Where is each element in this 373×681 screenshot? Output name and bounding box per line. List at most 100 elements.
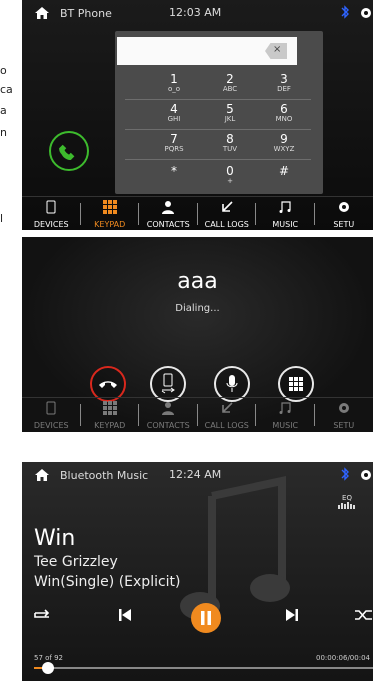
music-note-icon xyxy=(279,402,291,414)
nav-call-logs[interactable]: CALL LOGS xyxy=(198,197,256,230)
key-6[interactable]: 6 MNO xyxy=(257,103,311,127)
phone-icon xyxy=(59,144,75,160)
page-fragment: n xyxy=(0,126,7,139)
status-bar: Bluetooth Music 12:24 AM xyxy=(22,462,373,488)
nav-settings: SETU xyxy=(315,398,373,432)
phone-device-icon xyxy=(46,401,56,415)
bluetooth-icon xyxy=(341,5,349,19)
arrow-in-icon xyxy=(221,201,233,212)
nav-settings[interactable]: SETU xyxy=(315,197,373,230)
album-name: Win(Single) (Explicit) xyxy=(34,574,181,590)
music-note-watermark-icon xyxy=(180,476,290,620)
page-fragment: ca xyxy=(0,83,13,96)
track-count: 57 of 92 xyxy=(34,654,64,662)
key-4[interactable]: 4 GHI xyxy=(147,103,201,127)
app-title: Bluetooth Music xyxy=(60,468,149,482)
keypad-grid-icon xyxy=(289,377,303,391)
key-3[interactable]: 3 DEF xyxy=(257,73,311,97)
bt-phone-screen: BT Phone 12:03 AM × 1 o_o 2 ABC 3 DEF 4 GHI … xyxy=(22,0,373,230)
keypad-divider xyxy=(125,159,311,160)
microphone-icon xyxy=(226,375,238,392)
previous-track-icon[interactable] xyxy=(117,607,133,623)
arrow-in-icon xyxy=(221,402,233,413)
nav-keypad: KEYPAD xyxy=(81,398,139,432)
clock: 12:03 AM xyxy=(169,6,222,19)
page-fragment: o xyxy=(0,64,7,77)
next-track-icon[interactable] xyxy=(284,607,300,623)
bluetooth-music-screen: Bluetooth Music 12:24 AM EQ Win Tee Griz… xyxy=(22,462,373,681)
status-bar: BT Phone 12:03 AM xyxy=(22,0,373,26)
key-7[interactable]: 7 PQRS xyxy=(147,133,201,157)
pause-button[interactable] xyxy=(191,603,221,633)
gear-icon[interactable] xyxy=(358,5,373,21)
nav-label: DEVICES xyxy=(33,421,69,430)
clock: 12:24 AM xyxy=(169,468,222,481)
app-title: BT Phone xyxy=(60,6,112,20)
pause-icon xyxy=(201,611,211,625)
nav-label: KEYPAD xyxy=(94,220,126,229)
repeat-icon[interactable] xyxy=(32,607,52,623)
key-0[interactable]: 0 + xyxy=(203,165,257,189)
nav-call-logs: CALL LOGS xyxy=(198,398,256,432)
key-star[interactable]: * xyxy=(147,165,201,189)
bottom-nav: DEVICES KEYPAD CONTACTS CALL LOGS MUSIC … xyxy=(22,397,373,432)
nav-label: CALL LOGS xyxy=(204,220,249,229)
key-9[interactable]: 9 WXYZ xyxy=(257,133,311,157)
nav-devices[interactable]: DEVICES xyxy=(22,197,81,230)
bluetooth-icon xyxy=(341,467,349,481)
nav-contacts[interactable]: CONTACTS xyxy=(139,197,198,230)
nav-label: KEYPAD xyxy=(94,421,126,430)
nav-contacts: CONTACTS xyxy=(139,398,198,432)
song-title: Win xyxy=(34,526,76,551)
nav-label: CONTACTS xyxy=(146,421,190,430)
keypad-grid-icon xyxy=(102,401,117,415)
nav-label: DEVICES xyxy=(33,220,69,229)
eq-button[interactable]: EQ xyxy=(338,494,356,511)
key-8[interactable]: 8 TUV xyxy=(203,133,257,157)
artist-name: Tee Grizzley xyxy=(34,554,118,570)
gear-icon xyxy=(338,403,349,413)
music-note-icon xyxy=(279,201,291,213)
person-icon xyxy=(162,201,175,214)
end-call-icon xyxy=(99,381,117,388)
bottom-nav: DEVICES KEYPAD CONTACTS CALL LOGS MUSIC … xyxy=(22,196,373,230)
phone-transfer-icon xyxy=(161,373,175,394)
shuffle-icon[interactable] xyxy=(354,607,373,623)
phone-device-icon xyxy=(46,200,56,214)
dialing-screen: aaa Dialing... DEVICES KEYPAD CONTACTS C… xyxy=(22,237,373,432)
home-icon[interactable] xyxy=(34,467,50,483)
dial-keypad: × 1 o_o 2 ABC 3 DEF 4 GHI 5 JKL 6 MNO 7 PQRS 8T… xyxy=(115,31,323,194)
key-hash[interactable]: # xyxy=(257,165,311,189)
equalizer-icon xyxy=(338,502,355,509)
keypad-grid-icon xyxy=(102,200,117,214)
nav-label: CALL LOGS xyxy=(204,421,249,430)
elapsed-time: 00:00:06/00:04 xyxy=(316,654,370,662)
callee-name: aaa xyxy=(177,269,218,294)
gear-icon xyxy=(338,202,349,212)
nav-label: MUSIC xyxy=(272,421,299,430)
key-2[interactable]: 2 ABC xyxy=(203,73,257,97)
keypad-divider xyxy=(125,129,311,130)
nav-label: CONTACTS xyxy=(146,220,190,229)
nav-label: SETU xyxy=(333,421,355,430)
key-5[interactable]: 5 JKL xyxy=(203,103,257,127)
nav-music[interactable]: MUSIC xyxy=(256,197,315,230)
page-fragment: a xyxy=(0,104,7,117)
home-icon[interactable] xyxy=(34,5,50,21)
call-button[interactable] xyxy=(49,131,89,171)
nav-label: MUSIC xyxy=(272,220,299,229)
nav-keypad[interactable]: KEYPAD xyxy=(81,197,139,230)
keypad-divider xyxy=(125,99,311,100)
page-fragment: l xyxy=(0,212,4,225)
call-status: Dialing... xyxy=(175,303,220,314)
progress-bar[interactable] xyxy=(34,667,373,669)
nav-devices: DEVICES xyxy=(22,398,81,432)
nav-label: SETU xyxy=(333,220,355,229)
person-icon xyxy=(162,402,175,415)
gear-icon[interactable] xyxy=(358,467,373,483)
eq-label: EQ xyxy=(342,494,352,502)
progress-thumb[interactable] xyxy=(41,662,54,674)
key-1[interactable]: 1 o_o xyxy=(147,73,201,97)
nav-music: MUSIC xyxy=(256,398,315,432)
backspace-icon: × xyxy=(273,44,282,55)
